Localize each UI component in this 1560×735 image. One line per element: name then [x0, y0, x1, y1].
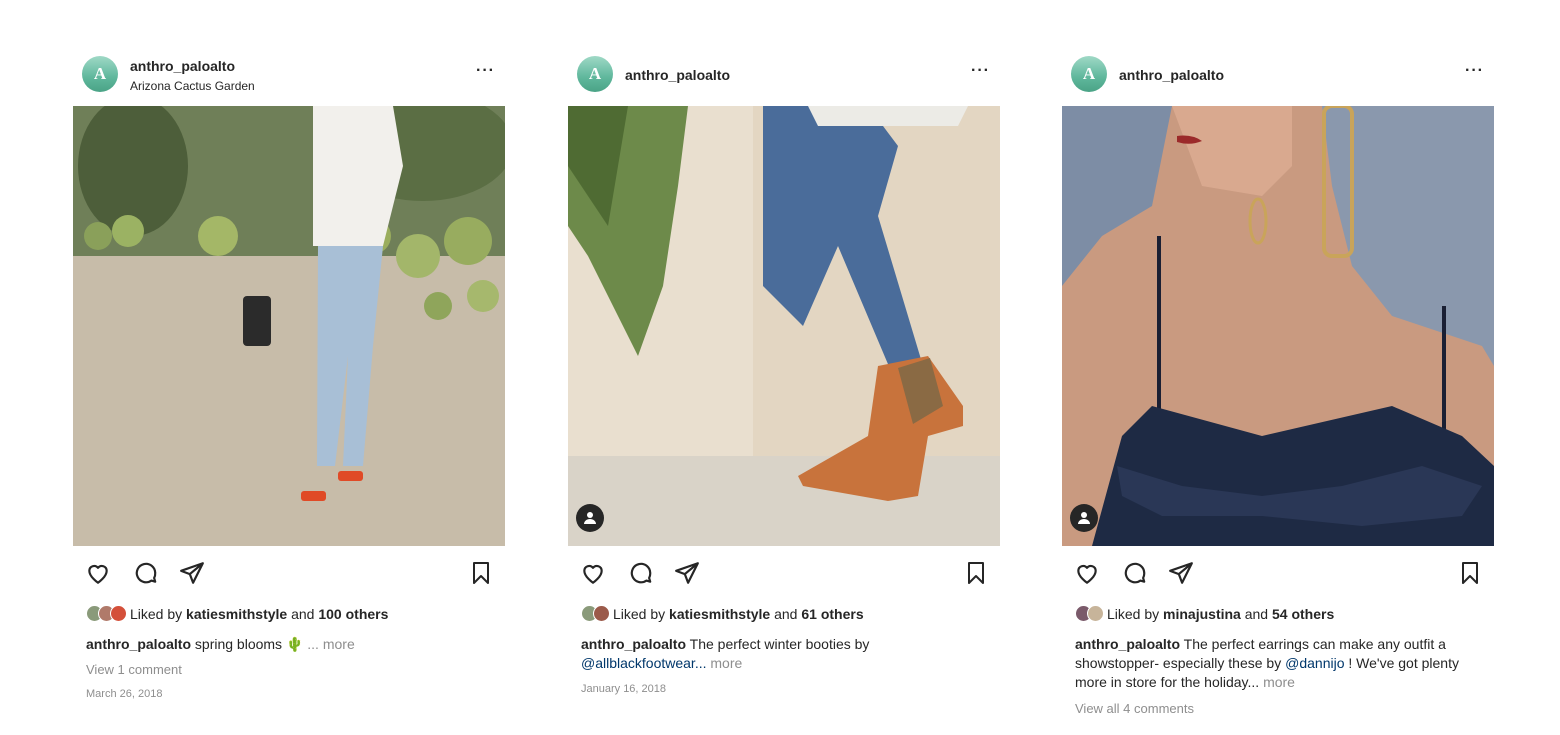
post-header: A anthro_paloalto Arizona Cactus Garden …: [73, 50, 505, 106]
location[interactable]: Arizona Cactus Garden: [130, 79, 255, 93]
action-bar: [1074, 560, 1482, 590]
caption: anthro_paloalto The perfect winter booti…: [581, 635, 986, 673]
bookmark-icon[interactable]: [964, 560, 988, 586]
liker-avatars: [86, 605, 127, 622]
view-comments-link[interactable]: View all 4 comments: [1075, 701, 1194, 716]
heart-icon[interactable]: [1074, 560, 1100, 586]
caption-username[interactable]: anthro_paloalto: [581, 636, 686, 652]
post-date: March 26, 2018: [86, 688, 163, 700]
view-comments-link[interactable]: View 1 comment: [86, 662, 182, 677]
post-date: January 16, 2018: [581, 683, 667, 695]
liked-by-prefix: Liked by: [613, 605, 666, 622]
more-link[interactable]: more: [710, 655, 742, 671]
bookmark-icon[interactable]: [1458, 560, 1482, 586]
post-card-2: A anthro_paloalto ··· Liked by katiesmit…: [568, 50, 1000, 695]
liker-username[interactable]: minajustina: [1163, 606, 1241, 622]
caption-username[interactable]: anthro_paloalto: [1075, 636, 1180, 652]
likes-line: Liked by katiesmithstyle and 100 others: [86, 605, 388, 622]
caption-text: spring blooms 🌵: [194, 636, 304, 652]
liker-avatars: [1075, 605, 1104, 622]
comment-icon[interactable]: [628, 560, 654, 586]
others-count[interactable]: 54 others: [1272, 606, 1334, 622]
post-photo[interactable]: [1062, 106, 1494, 546]
liked-by-prefix: Liked by: [1107, 605, 1160, 622]
share-icon[interactable]: [674, 560, 700, 586]
mention-link[interactable]: @dannijo: [1285, 655, 1344, 671]
post-header: A anthro_paloalto ···: [568, 50, 1000, 106]
avatar[interactable]: A: [1071, 56, 1107, 92]
avatar-letter: A: [588, 64, 602, 83]
action-bar: [580, 560, 988, 590]
username[interactable]: anthro_paloalto: [625, 67, 730, 83]
post-card-1: A anthro_paloalto Arizona Cactus Garden …: [73, 50, 505, 700]
caption-username[interactable]: anthro_paloalto: [86, 636, 191, 652]
caption: anthro_paloalto The perfect earrings can…: [1075, 635, 1480, 692]
likes-line: Liked by minajustina and 54 others: [1075, 605, 1334, 622]
share-icon[interactable]: [1168, 560, 1194, 586]
heart-icon[interactable]: [580, 560, 606, 586]
others-count[interactable]: 61 others: [801, 606, 863, 622]
avatar-letter: A: [93, 64, 107, 83]
and-label: and: [774, 605, 798, 622]
and-label: and: [1244, 605, 1269, 622]
others-count[interactable]: 100 others: [318, 606, 388, 622]
avatar-letter: A: [1082, 64, 1096, 83]
and-label: and: [291, 605, 315, 622]
comment-icon[interactable]: [1122, 560, 1148, 586]
bookmark-icon[interactable]: [469, 560, 493, 586]
more-icon[interactable]: ···: [1465, 62, 1484, 80]
post-photo[interactable]: [568, 106, 1000, 546]
mention-link[interactable]: @allblackfootwear...: [581, 655, 707, 671]
avatar[interactable]: A: [82, 56, 118, 92]
post-photo[interactable]: [73, 106, 505, 546]
comment-icon[interactable]: [133, 560, 159, 586]
liker-username[interactable]: katiesmithstyle: [186, 606, 287, 622]
likes-line: Liked by katiesmithstyle and 61 others: [581, 605, 864, 622]
liker-username[interactable]: katiesmithstyle: [669, 606, 770, 622]
more-icon[interactable]: ···: [971, 62, 990, 80]
heart-icon[interactable]: [85, 560, 111, 586]
more-link[interactable]: ... more: [307, 636, 354, 652]
post-header: A anthro_paloalto ···: [1062, 50, 1494, 106]
liked-by-prefix: Liked by: [130, 605, 183, 622]
avatar[interactable]: A: [577, 56, 613, 92]
caption: anthro_paloalto spring blooms 🌵 ... more: [86, 635, 491, 654]
caption-text: The perfect winter booties by: [689, 636, 870, 652]
tag-user-icon[interactable]: [1070, 504, 1098, 532]
username[interactable]: anthro_paloalto: [1119, 67, 1224, 83]
post-card-3: A anthro_paloalto ··· Liked by minajusti…: [1062, 50, 1494, 716]
action-bar: [85, 560, 493, 590]
share-icon[interactable]: [179, 560, 205, 586]
more-link[interactable]: more: [1263, 674, 1295, 690]
liker-avatars: [581, 605, 610, 622]
tag-user-icon[interactable]: [576, 504, 604, 532]
more-icon[interactable]: ···: [476, 62, 495, 80]
username[interactable]: anthro_paloalto: [130, 58, 235, 74]
